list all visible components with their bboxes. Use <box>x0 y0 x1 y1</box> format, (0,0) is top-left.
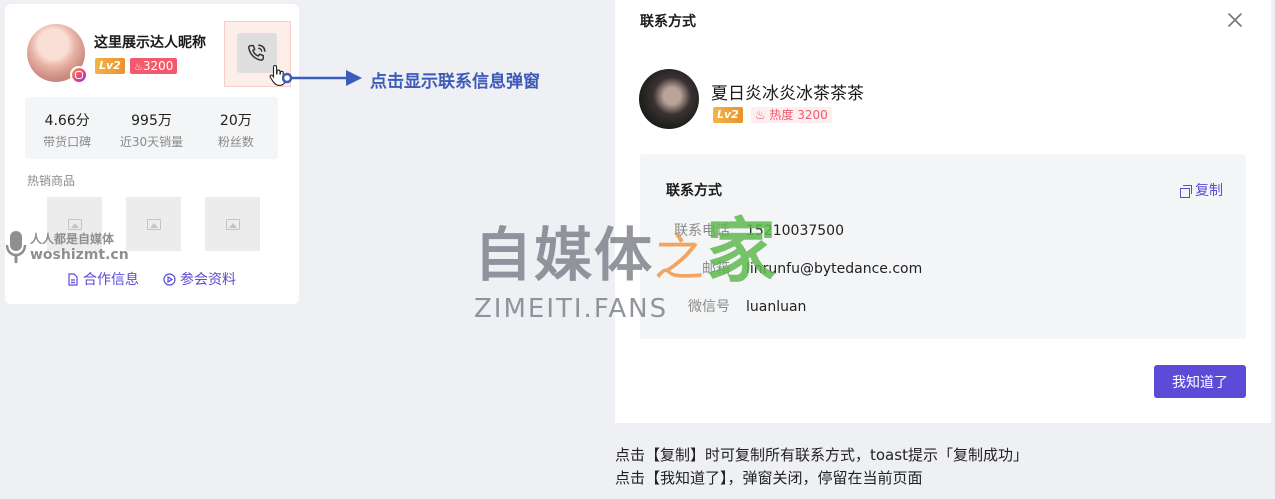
stat-label: 粉丝数 <box>217 135 254 149</box>
image-placeholder-icon <box>225 218 240 230</box>
annotation-arrow <box>282 70 362 86</box>
platform-badge-icon <box>70 66 88 84</box>
stat-label: 带货口碑 <box>43 135 92 149</box>
watermark-small-line2: woshizmt.cn <box>30 247 129 263</box>
heat-value: 3200 <box>142 59 174 73</box>
annotation-label: 点击显示联系信息弹窗 <box>370 72 540 92</box>
influencer-name: 夏日炎冰炎冰茶茶茶 <box>711 84 864 104</box>
flame-icon: ♨ <box>133 62 143 73</box>
meeting-materials-label: 参会资料 <box>180 272 236 288</box>
image-placeholder-icon <box>67 218 82 230</box>
meeting-materials-link[interactable]: 参会资料 <box>163 269 236 289</box>
stat-value: 4.66分 <box>44 113 90 129</box>
note-line: 点击【复制】时可复制所有联系方式，toast提示「复制成功」 <box>615 446 1028 464</box>
level-badge: Lv2 <box>713 107 743 123</box>
watermark-large-en: ZIMEITI.FANS <box>474 294 669 324</box>
stats-panel: 4.66分 带货口碑 995万 近30天销量 20万 粉丝数 <box>25 97 278 159</box>
stat-value: 20万 <box>219 113 252 129</box>
annotation-notes: 点击【复制】时可复制所有联系方式，toast提示「复制成功」 点击【我知道了】，… <box>615 444 1028 490</box>
acknowledge-button[interactable]: 我知道了 <box>1154 365 1246 398</box>
influencer-nickname: 这里展示达人昵称 <box>94 35 206 51</box>
watermark-large: 自媒体之家 ZIMEITI.FANS <box>474 195 778 324</box>
watermark-part3: 家 <box>706 210 779 292</box>
modal-title: 联系方式 <box>640 14 696 30</box>
close-icon[interactable] <box>1227 12 1243 28</box>
heat-badge: ♨ 热度 3200 <box>750 107 832 123</box>
watermark-small: 人人都是自媒体 woshizmt.cn <box>5 229 129 267</box>
watermark-part2: 之 <box>654 229 707 287</box>
stat-value: 995万 <box>131 113 172 129</box>
avatar <box>639 69 699 129</box>
watermark-part1: 自媒体 <box>474 221 655 289</box>
copy-button[interactable]: 复制 <box>1180 180 1223 200</box>
image-placeholder-icon <box>146 218 161 230</box>
stat-fans: 20万 粉丝数 <box>194 97 278 159</box>
heat-badge: ♨3200 <box>129 58 178 74</box>
contact-highlight <box>224 21 291 87</box>
note-line: 点击【我知道了】，弹窗关闭，停留在当前页面 <box>615 469 923 487</box>
influencer-avatar[interactable] <box>27 24 88 84</box>
microphone-icon <box>5 231 27 263</box>
product-thumb[interactable] <box>126 197 181 251</box>
level-badge: Lv2 <box>95 58 125 74</box>
stat-sales: 995万 近30天销量 <box>109 97 193 159</box>
stat-label: 近30天销量 <box>119 135 184 149</box>
watermark-large-text: 自媒体之家 <box>474 195 778 296</box>
product-thumb[interactable] <box>205 197 260 251</box>
heat-label: 热度 3200 <box>769 108 828 122</box>
copy-icon <box>1180 184 1192 198</box>
hot-products-title: 热销商品 <box>27 174 76 188</box>
phone-icon <box>248 44 266 61</box>
copy-label: 复制 <box>1195 183 1223 199</box>
flame-icon: ♨ <box>754 108 770 122</box>
cooperation-info-link[interactable]: 合作信息 <box>67 269 139 289</box>
play-circle-icon <box>163 272 176 286</box>
stat-rating: 4.66分 带货口碑 <box>25 97 109 159</box>
cooperation-info-label: 合作信息 <box>83 272 139 288</box>
document-icon <box>68 272 78 286</box>
watermark-small-line1: 人人都是自媒体 <box>30 232 115 246</box>
